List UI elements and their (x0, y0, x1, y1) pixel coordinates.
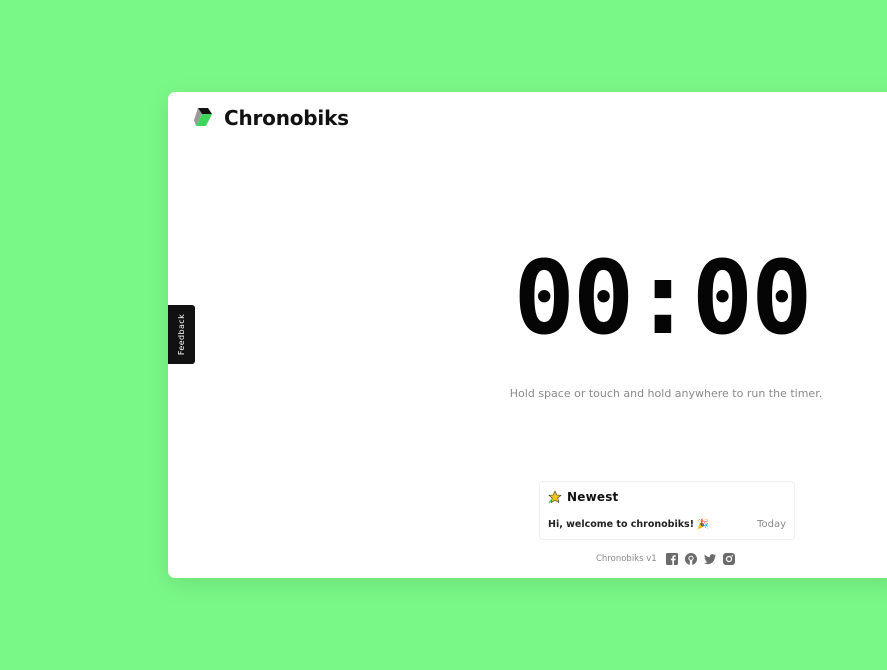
github-icon[interactable] (684, 553, 697, 565)
app-window: Chronobiks Feedback 00:00 Hold space or … (168, 92, 887, 578)
cube-logo-icon (194, 108, 212, 126)
star-icon (548, 490, 562, 504)
feedback-button[interactable]: Feedback (168, 305, 195, 364)
news-item-text: Hi, welcome to chronobiks! 🎉 (548, 519, 710, 530)
news-item-date: Today (757, 519, 786, 530)
timer-display: 00:00 (513, 239, 812, 358)
footer-version: Chronobiks v1 (596, 554, 657, 564)
news-header: Newest (548, 490, 619, 504)
timer-hint: Hold space or touch and hold anywhere to… (509, 387, 823, 400)
footer: Chronobiks v1 (596, 553, 735, 565)
news-item[interactable]: Hi, welcome to chronobiks! 🎉 Today (548, 519, 786, 530)
instagram-icon[interactable] (722, 553, 735, 565)
facebook-icon[interactable] (665, 553, 678, 565)
news-title: Newest (567, 490, 619, 504)
brand-logo[interactable]: Chronobiks (194, 106, 349, 130)
news-card: Newest Hi, welcome to chronobiks! 🎉 Toda… (539, 481, 795, 540)
brand-name: Chronobiks (224, 106, 349, 130)
twitter-icon[interactable] (703, 553, 716, 565)
feedback-label: Feedback (177, 313, 186, 356)
